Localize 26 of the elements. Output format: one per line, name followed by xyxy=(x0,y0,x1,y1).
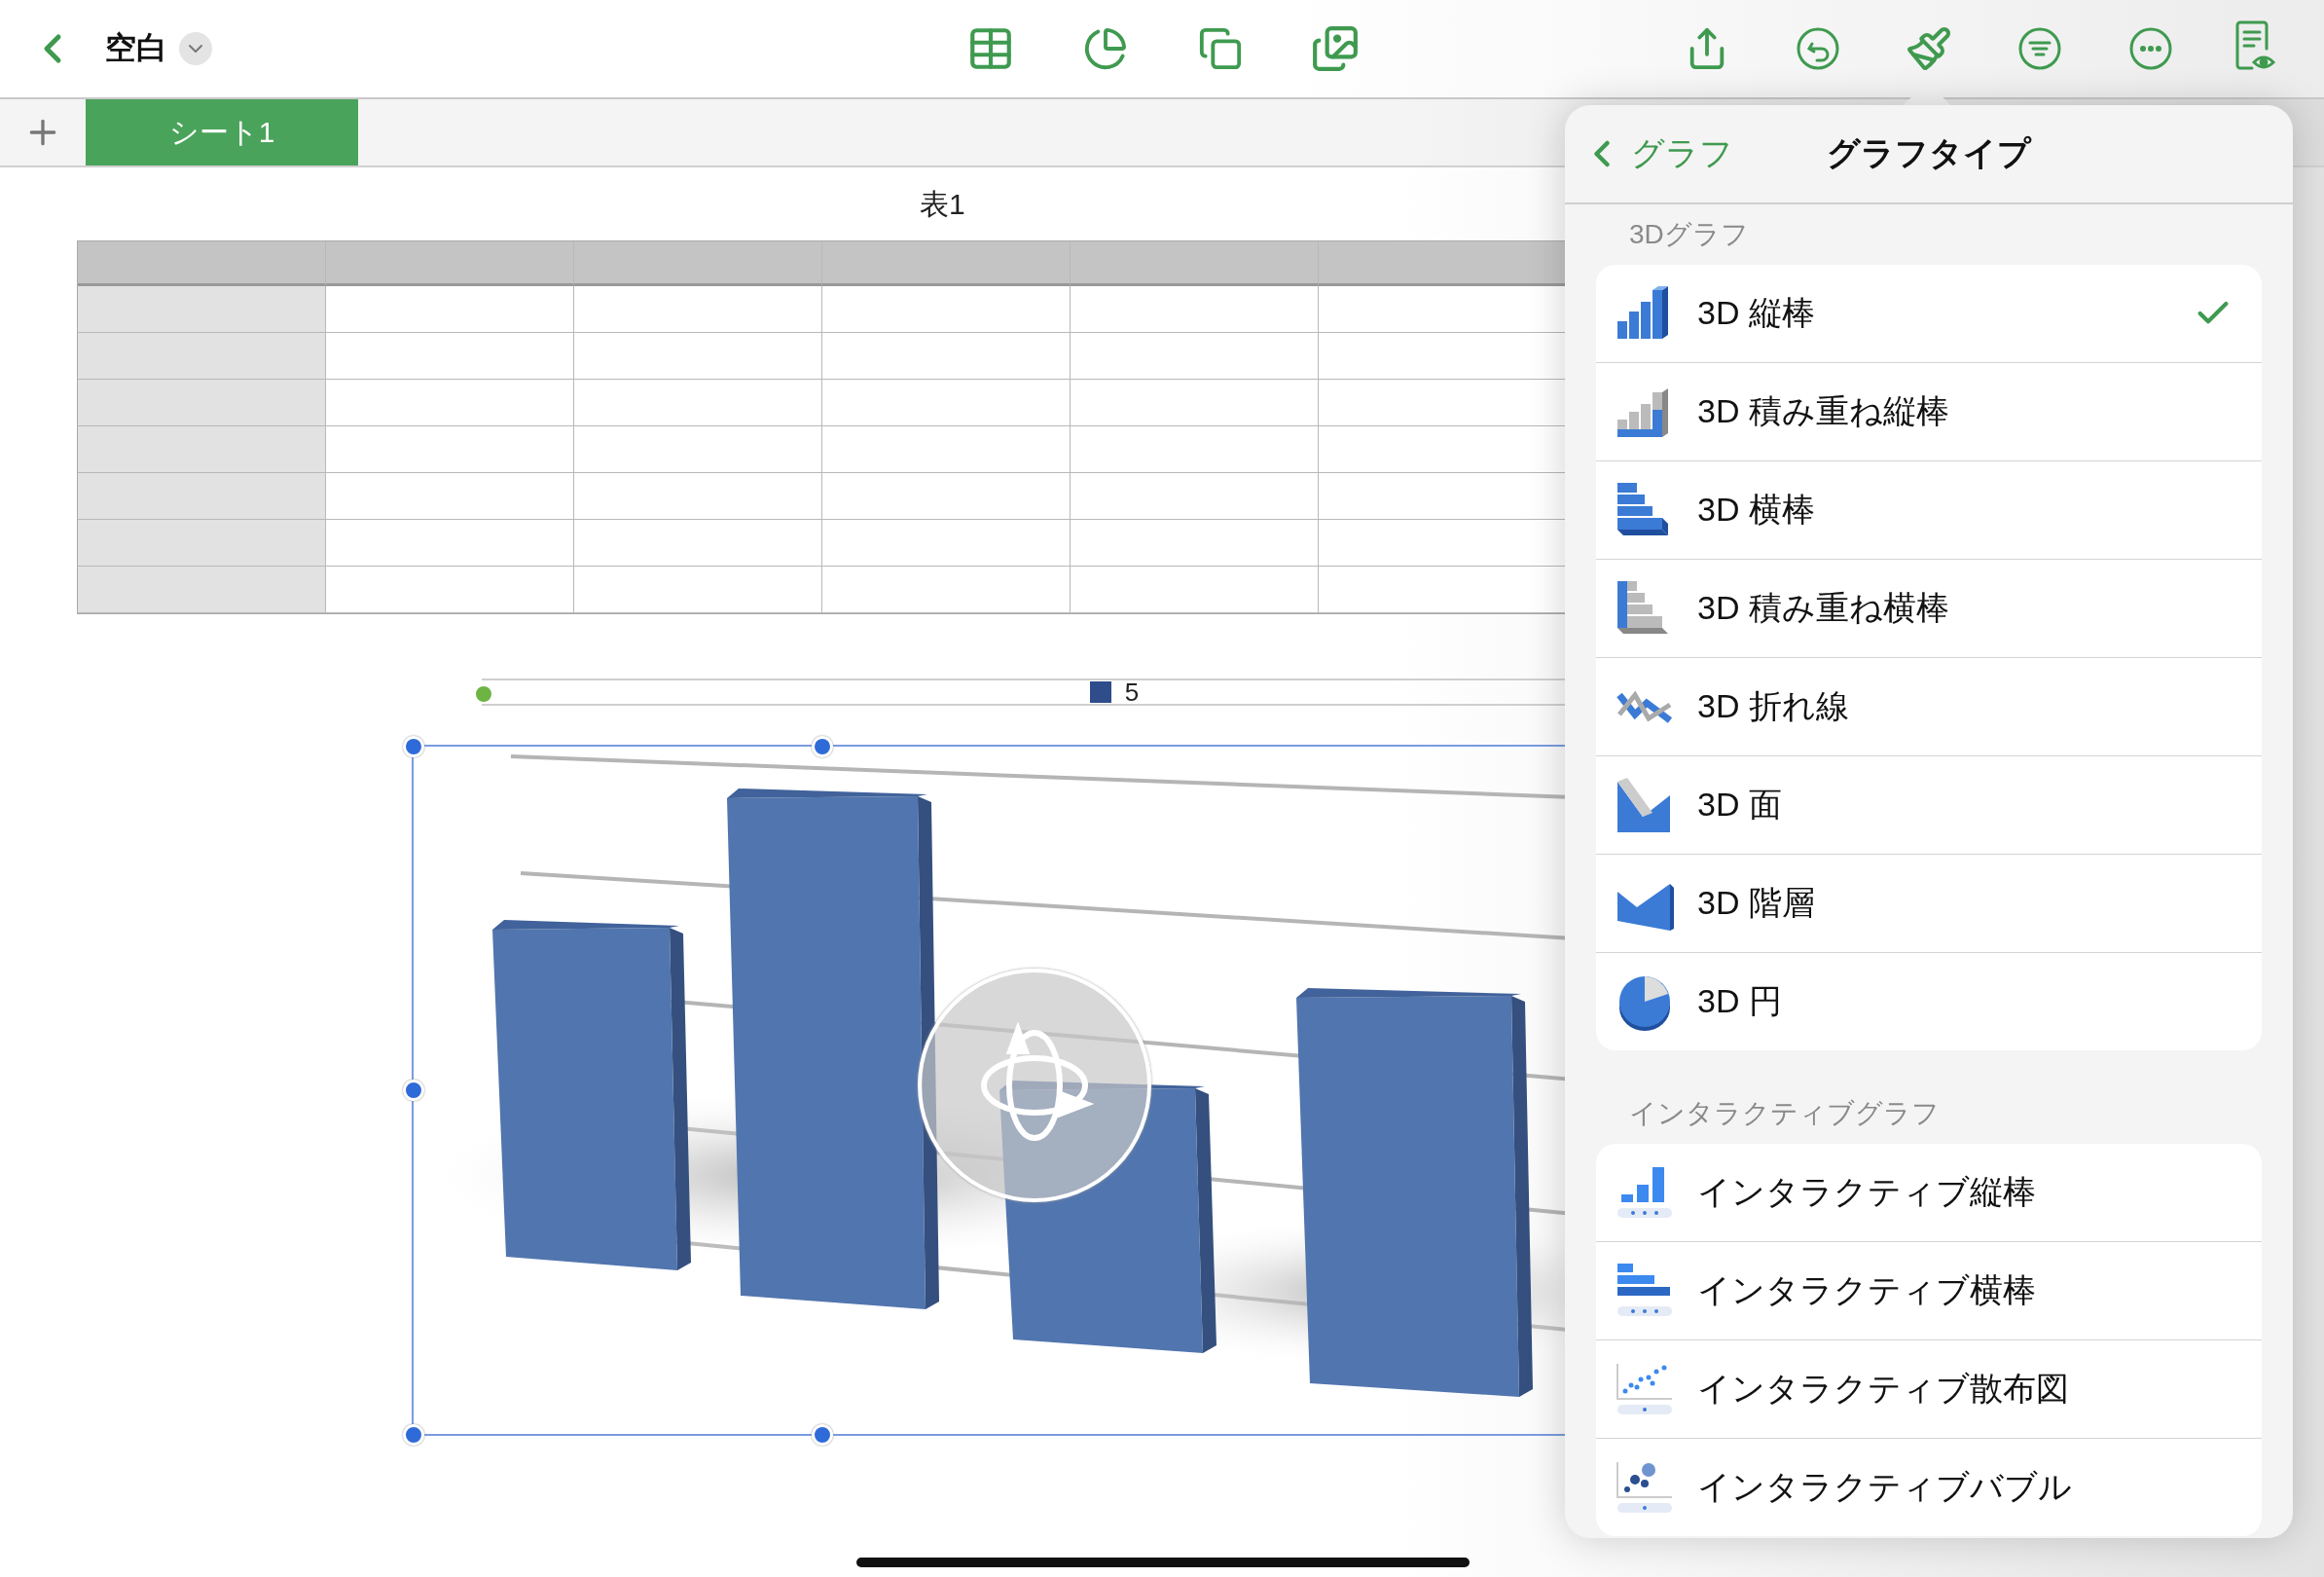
selection-handle[interactable] xyxy=(474,684,493,704)
chart-type-item[interactable]: 3D 折れ線 xyxy=(1596,658,2262,756)
chart-type-item[interactable]: 3D 円 xyxy=(1596,953,2262,1050)
resize-handle[interactable] xyxy=(812,736,833,757)
chart-type-item[interactable]: インタラクティブ横棒 xyxy=(1596,1242,2262,1340)
table-title: 表1 xyxy=(920,187,965,222)
legend-label: 5 xyxy=(1124,677,1140,708)
chart-type-item[interactable]: 3D 横棒 xyxy=(1596,461,2262,560)
document-title: 空白 xyxy=(105,29,167,67)
resize-handle[interactable] xyxy=(403,1424,424,1446)
chart-type-item[interactable]: インタラクティブバブル xyxy=(1596,1439,2262,1536)
popover-title: グラフタイプ xyxy=(1827,133,2031,173)
section-header: インタラクティブグラフ xyxy=(1629,1097,1941,1130)
chart-type-item[interactable]: インタラクティブ散布図 xyxy=(1596,1340,2262,1439)
chart-type-item[interactable]: インタラクティブ縦棒 xyxy=(1596,1144,2262,1242)
chart-type-item[interactable]: 3D 積み重ね縦棒 xyxy=(1596,363,2262,461)
chart-type-item[interactable]: 3D 面 xyxy=(1596,756,2262,855)
chart-type-item[interactable]: 3D 階層 xyxy=(1596,855,2262,953)
section-header: 3Dグラフ xyxy=(1629,218,1750,251)
resize-handle[interactable] xyxy=(403,736,424,757)
resize-handle[interactable] xyxy=(403,1080,424,1101)
title-menu-button[interactable] xyxy=(179,32,212,65)
legend-swatch xyxy=(1089,681,1111,703)
chart-type-item[interactable]: 3D 積み重ね横棒 xyxy=(1596,560,2262,658)
chart-type-item[interactable]: 3D 縦棒 xyxy=(1596,265,2262,363)
resize-handle[interactable] xyxy=(812,1424,833,1446)
